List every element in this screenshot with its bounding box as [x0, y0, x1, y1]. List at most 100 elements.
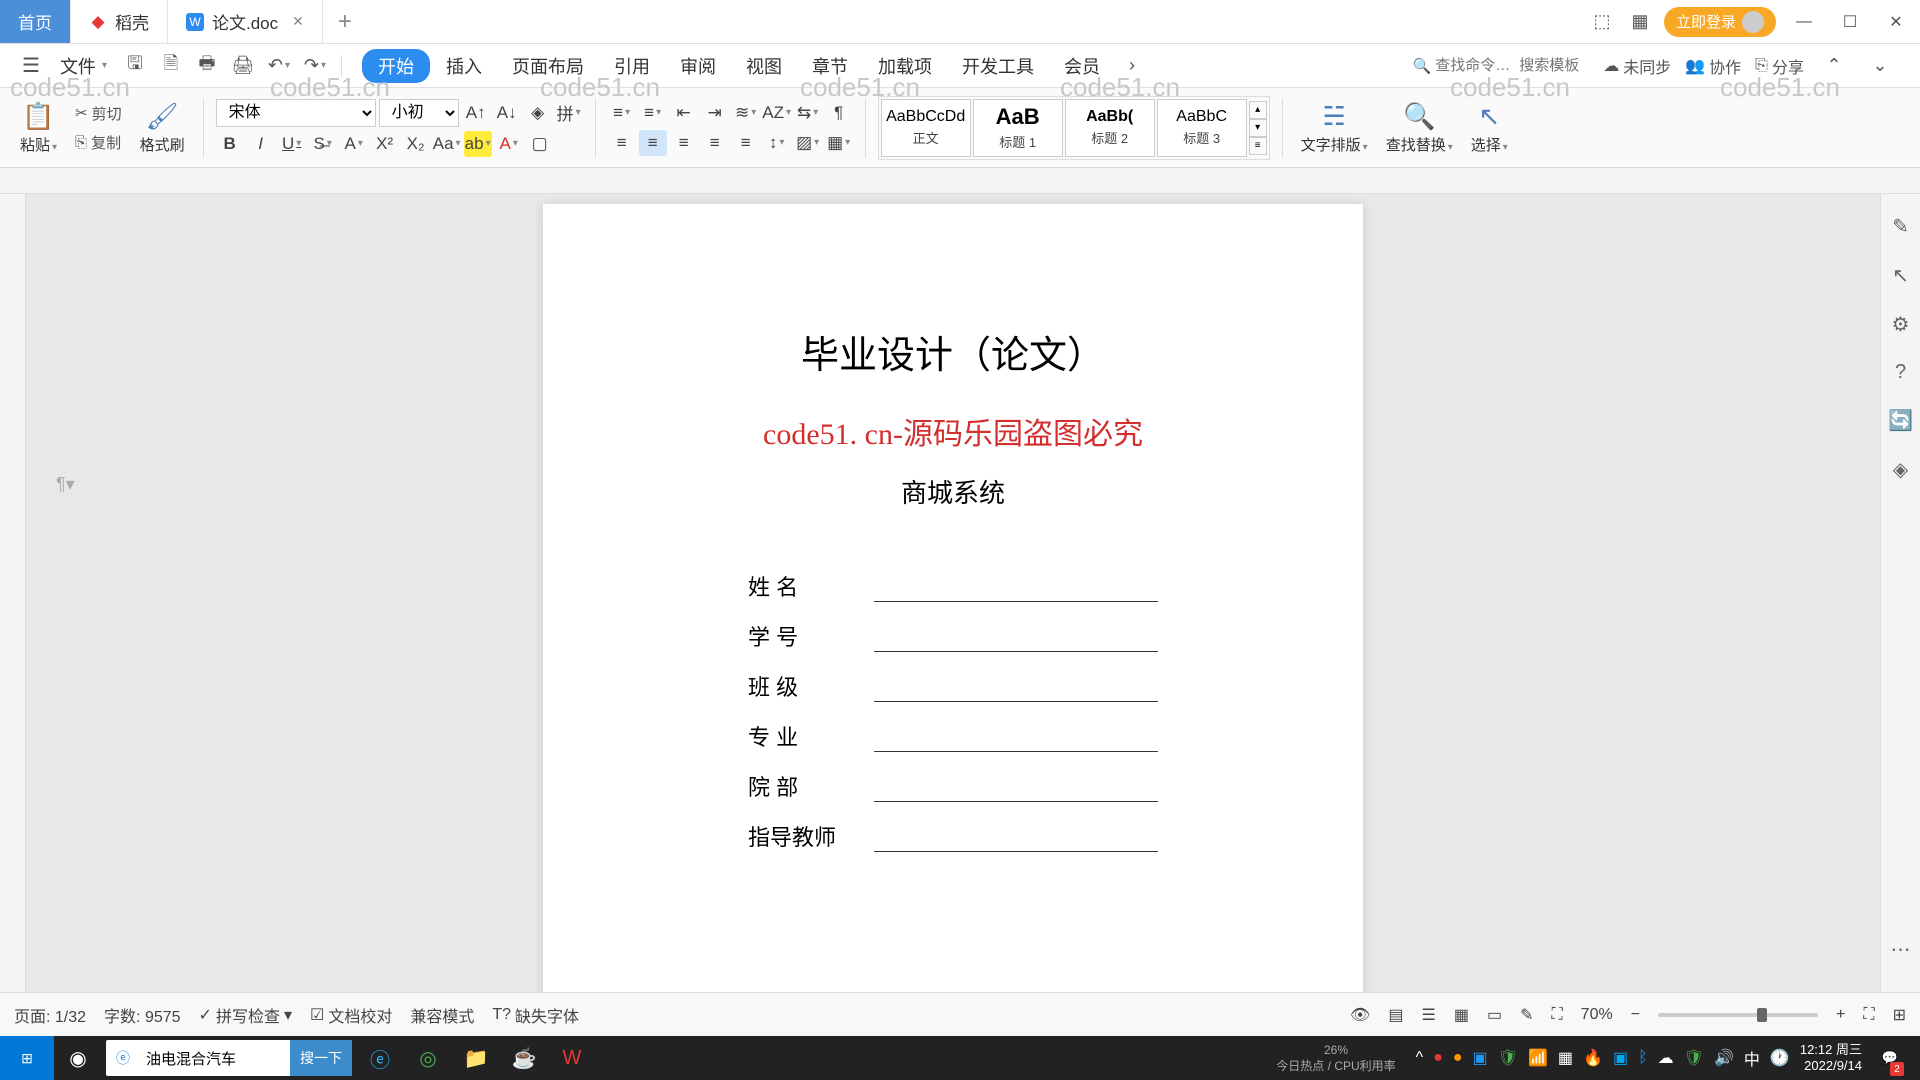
zoom-value[interactable]: 70% [1581, 1006, 1613, 1024]
tab-home[interactable]: 首页 [0, 0, 71, 43]
ribbon-tab-layout[interactable]: 页面布局 [498, 48, 598, 84]
ribbon-tab-addins[interactable]: 加载项 [864, 48, 946, 84]
view-read-icon[interactable]: ▭ [1487, 1005, 1502, 1025]
redo-icon[interactable]: ↷ [301, 52, 329, 80]
expand-ribbon-icon[interactable]: ⌄ [1866, 52, 1894, 80]
tray-shield-icon[interactable]: 🛡 [1498, 1048, 1518, 1068]
page-indicator[interactable]: 页面: 1/32 [14, 1003, 86, 1027]
sort-button[interactable]: AZ [763, 100, 791, 126]
more-icon[interactable]: ⋯ [1891, 937, 1911, 962]
cut-button[interactable]: ✂剪切 [69, 101, 128, 126]
shading-button[interactable]: ▨ [794, 130, 822, 156]
zoom-out-button[interactable]: − [1631, 1006, 1640, 1024]
view-web-icon[interactable]: ▦ [1454, 1005, 1469, 1025]
tray-safe-icon[interactable]: 🛡 [1684, 1048, 1704, 1068]
obs-icon[interactable]: ◉ [54, 1036, 102, 1080]
find-replace-button[interactable]: 🔍查找替换 [1380, 99, 1459, 157]
template-search-input[interactable] [1519, 57, 1599, 74]
decrease-font-icon[interactable]: A↓ [493, 100, 521, 126]
numbering-button[interactable]: ≡ [639, 100, 667, 126]
os-search-button[interactable]: 搜一下 [290, 1040, 352, 1076]
undo-icon[interactable]: ↶ [265, 52, 293, 80]
print-direct-icon[interactable]: 🖨 [229, 52, 257, 80]
font-color-button[interactable]: A [495, 131, 523, 157]
paste-button[interactable]: 📋 粘贴 [14, 99, 63, 157]
increase-font-icon[interactable]: A↑ [462, 100, 490, 126]
form-value[interactable] [874, 826, 1158, 852]
borders-button[interactable]: ▦ [825, 130, 853, 156]
more-tabs-icon[interactable]: › [1118, 52, 1146, 80]
tray-bluetooth-icon[interactable]: ᛒ [1638, 1049, 1648, 1067]
align-justify-button[interactable]: ≡ [701, 130, 729, 156]
copy-button[interactable]: ⎘复制 [69, 130, 128, 155]
zoom-in-button[interactable]: + [1836, 1006, 1845, 1024]
tray-app3-icon[interactable]: ▣ [1473, 1048, 1488, 1068]
zoom-slider[interactable] [1658, 1013, 1818, 1017]
new-tab-button[interactable]: + [323, 0, 367, 43]
word-count[interactable]: 字数: 9575 [104, 1003, 181, 1027]
eye-icon[interactable]: 👁 [1350, 1005, 1370, 1025]
tray-app2-icon[interactable]: ● [1453, 1049, 1463, 1067]
strikethrough-button[interactable]: S̶ [309, 131, 337, 157]
clear-format-icon[interactable]: ◈ [524, 100, 552, 126]
close-button[interactable]: ✕ [1878, 4, 1914, 40]
file-menu[interactable]: 文件 [52, 49, 115, 83]
tray-up-icon[interactable]: ^ [1416, 1049, 1424, 1067]
tray-volume-icon[interactable]: 🔊 [1714, 1048, 1734, 1068]
command-search[interactable]: 🔍 [1413, 57, 1600, 75]
tray-ime-icon[interactable]: 中 [1744, 1046, 1760, 1070]
tray-app5-icon[interactable]: 🔥 [1583, 1048, 1603, 1068]
bold-button[interactable]: B [216, 131, 244, 157]
print-preview-icon[interactable]: 🗎 [157, 52, 185, 80]
maximize-button[interactable]: ☐ [1832, 4, 1868, 40]
decrease-indent-button[interactable]: ⇤ [670, 100, 698, 126]
style-h2[interactable]: AaBb(标题 2 [1065, 99, 1155, 157]
os-search[interactable]: ⓔ 搜一下 [106, 1040, 352, 1076]
taskbar-app-icon[interactable]: ☕ [500, 1036, 548, 1080]
compat-mode[interactable]: 兼容模式 [410, 1003, 474, 1027]
taskbar-wps-icon[interactable]: W [548, 1036, 596, 1080]
save-icon[interactable]: 🖫 [121, 52, 149, 80]
tray-wifi-icon[interactable]: 📶 [1528, 1048, 1548, 1068]
ribbon-tab-chapter[interactable]: 章节 [798, 48, 862, 84]
align-center-button[interactable]: ≡ [639, 130, 667, 156]
form-value[interactable] [874, 776, 1158, 802]
menu-icon[interactable]: ☰ [14, 49, 48, 82]
sync-status[interactable]: ☁未同步 [1603, 54, 1671, 78]
collapse-ribbon-icon[interactable]: ⌃ [1820, 52, 1848, 80]
form-value[interactable] [874, 626, 1158, 652]
text-layout-button[interactable]: ☵文字排版 [1295, 99, 1374, 157]
collab-button[interactable]: 👥协作 [1685, 54, 1741, 78]
login-button[interactable]: 立即登录 [1664, 7, 1776, 37]
change-case-button[interactable]: Aa [433, 131, 461, 157]
tray-app1-icon[interactable]: ● [1433, 1049, 1443, 1067]
translate-icon[interactable]: 🔄 [1888, 408, 1913, 433]
italic-button[interactable]: I [247, 131, 275, 157]
notification-button[interactable]: 💬2 [1872, 1036, 1908, 1080]
document-page[interactable]: 毕业设计（论文） code51. cn-源码乐园盗图必究 商城系统 姓 名 学 … [543, 204, 1363, 992]
tab-stop-button[interactable]: ⇆ [794, 100, 822, 126]
edit-icon[interactable]: ✎ [1520, 1005, 1533, 1025]
minimize-button[interactable]: — [1786, 4, 1822, 40]
select-button[interactable]: ↖选择 [1465, 99, 1514, 157]
share-button[interactable]: ⎘分享 [1755, 54, 1804, 78]
tray-app4-icon[interactable]: ▦ [1558, 1048, 1573, 1068]
help-icon[interactable]: ? [1895, 361, 1906, 384]
start-button[interactable]: ⊞ [0, 1036, 54, 1080]
print-icon[interactable]: 🖶 [193, 52, 221, 80]
ribbon-tab-insert[interactable]: 插入 [432, 48, 496, 84]
ribbon-tab-review[interactable]: 审阅 [666, 48, 730, 84]
tab-document[interactable]: W 论文.doc ✕ [168, 0, 323, 43]
underline-button[interactable]: U [278, 131, 306, 157]
subscript-button[interactable]: X₂ [402, 131, 430, 157]
hot-news[interactable]: 26% 今日热点 / CPU利用率 [1276, 1043, 1395, 1074]
tray-onedrive-icon[interactable]: ☁ [1658, 1048, 1674, 1068]
form-value[interactable] [874, 576, 1158, 602]
ribbon-tab-start[interactable]: 开始 [362, 49, 430, 83]
assist-icon[interactable]: ◈ [1893, 457, 1908, 482]
char-border-button[interactable]: ▢ [526, 131, 554, 157]
align-left-button[interactable]: ≡ [608, 130, 636, 156]
missing-font[interactable]: T?缺失字体 [492, 1003, 579, 1027]
show-marks-button[interactable]: ¶ [825, 100, 853, 126]
settings-icon[interactable]: ⚙ [1892, 312, 1910, 337]
